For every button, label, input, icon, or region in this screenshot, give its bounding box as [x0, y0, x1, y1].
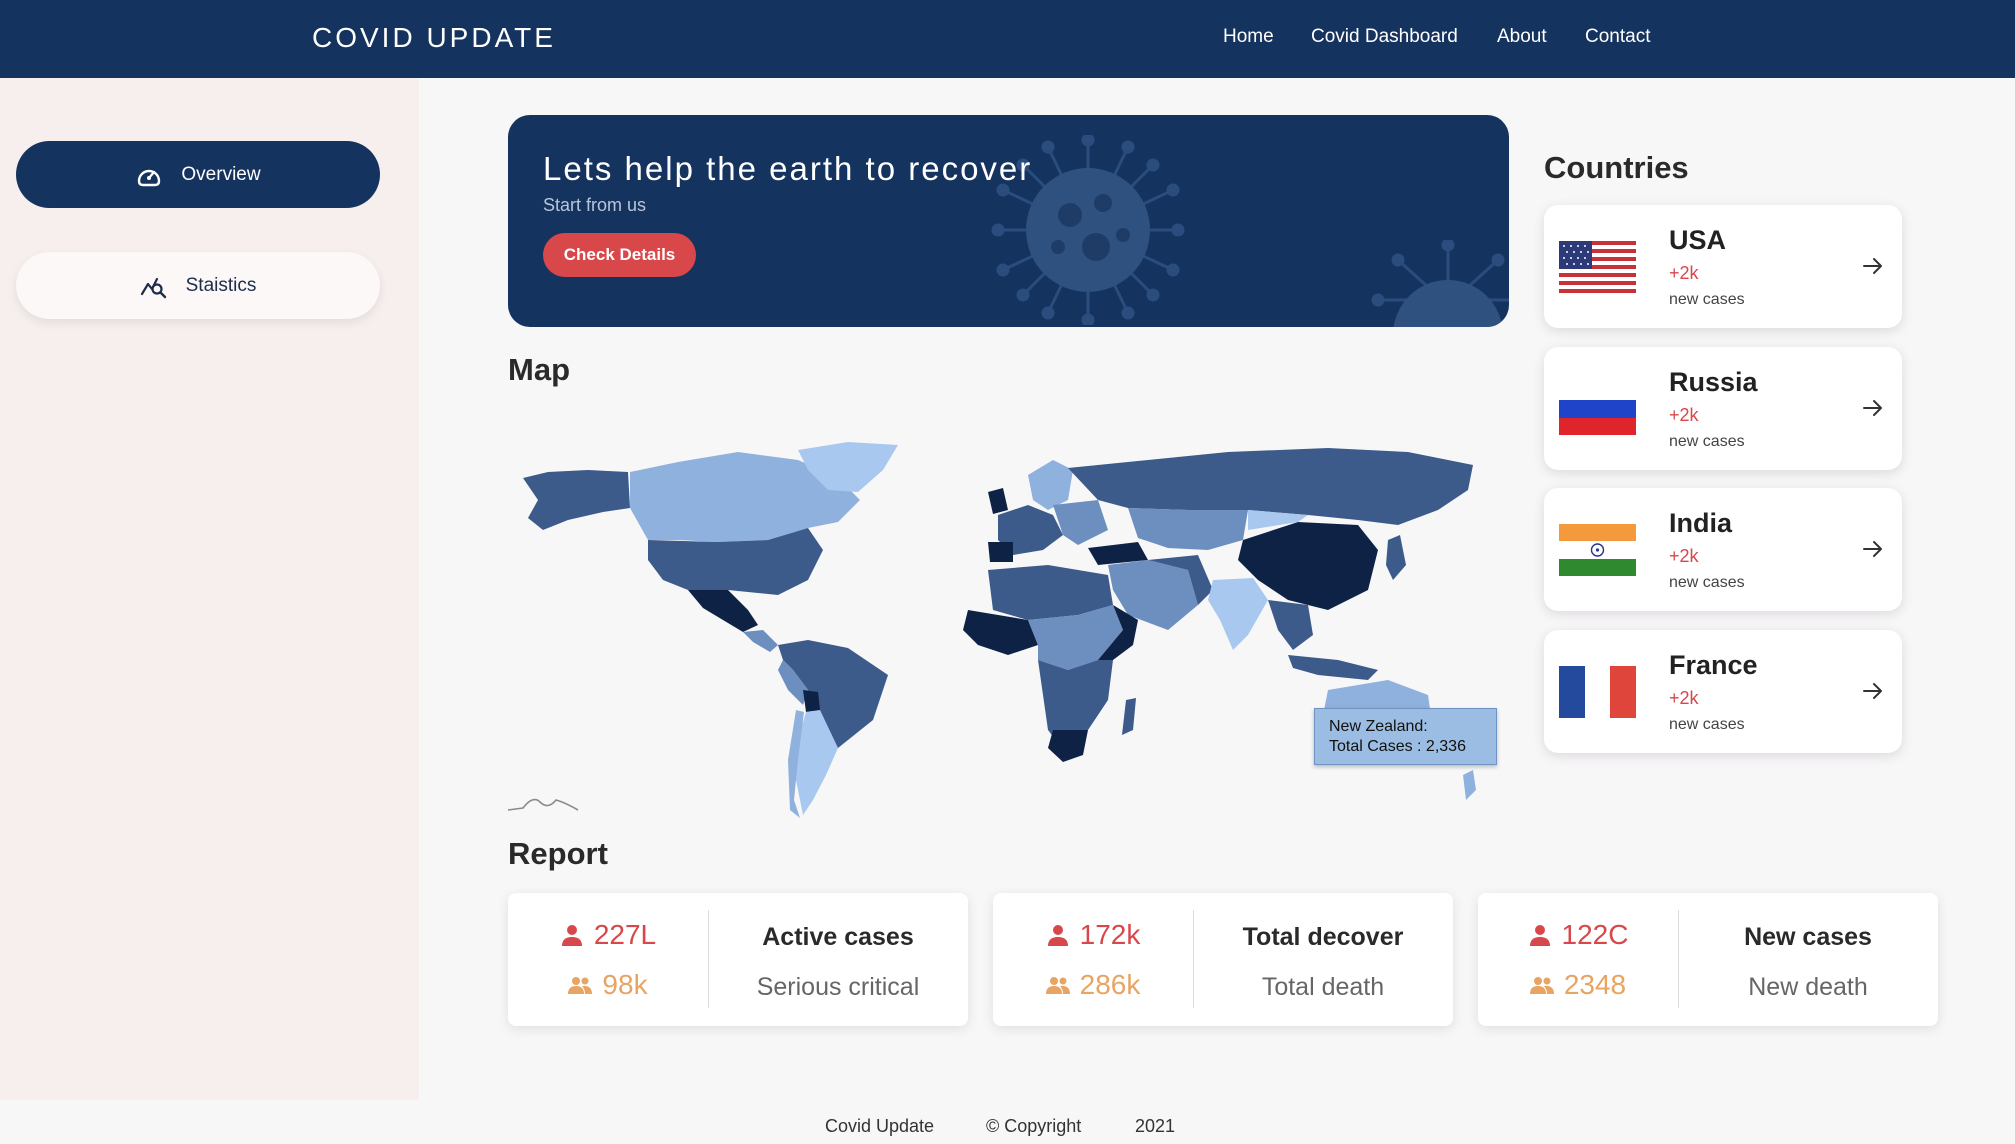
- map-region-scandinavia: [1028, 460, 1073, 510]
- map-region-se-asia: [1268, 600, 1313, 650]
- report-value-2: 98k: [602, 969, 648, 1000]
- map-region-alaska: [523, 470, 630, 530]
- people-icon: [1045, 977, 1070, 994]
- report-value-secondary: 98k: [508, 969, 708, 1001]
- country-card-india[interactable]: India +2k new cases: [1544, 488, 1902, 611]
- banner-title: Lets help the earth to recover: [543, 150, 1033, 187]
- india-flag: [1559, 524, 1636, 576]
- map-region-madagascar: [1122, 698, 1136, 735]
- banner-subtitle: Start from us: [543, 195, 647, 215]
- country-note: new cases: [1669, 574, 1745, 591]
- report-label-secondary: New death: [1748, 973, 1868, 1001]
- report-label-primary: Total decover: [1242, 923, 1404, 951]
- map-region-mexico: [688, 590, 758, 632]
- france-flag: [1559, 666, 1636, 718]
- arrow-right-icon[interactable]: [1862, 538, 1884, 560]
- report-label-primary: Active cases: [762, 923, 914, 951]
- virus-illustration-small: [1371, 240, 1509, 327]
- report-label-primary: New cases: [1744, 923, 1872, 951]
- people-icon: [568, 977, 593, 994]
- nav-home[interactable]: Home: [1223, 26, 1274, 48]
- map-heading: Map: [508, 352, 570, 387]
- report-value-primary: 172k: [993, 919, 1193, 951]
- arrow-right-icon[interactable]: [1862, 397, 1884, 419]
- map-tooltip-country: New Zealand:: [1329, 718, 1428, 735]
- sidebar-item-statistics[interactable]: Staistics: [16, 252, 380, 319]
- map-tooltip: New Zealand: Total Cases : 2,336: [1314, 708, 1497, 765]
- footer: Covid Update © Copyright 2021: [0, 1100, 2015, 1144]
- country-note: new cases: [1669, 291, 1745, 308]
- nav-about[interactable]: About: [1497, 26, 1547, 48]
- report-label-secondary: Serious critical: [756, 973, 920, 1001]
- report-card: 122C 2348 New cases New death: [1478, 893, 1938, 1026]
- country-note: new cases: [1669, 716, 1745, 733]
- report-value-2: 2348: [1563, 969, 1627, 1000]
- country-delta: +2k: [1669, 546, 1699, 566]
- top-navbar: COVID UPDATE Home Covid Dashboard About …: [0, 0, 2015, 78]
- chart-search-icon: [140, 277, 166, 298]
- speedometer-icon: [138, 169, 161, 186]
- check-details-button[interactable]: Check Details: [543, 233, 696, 277]
- country-name: India: [1669, 508, 1733, 538]
- report-value-2: 286k: [1079, 969, 1141, 1000]
- report-value-primary: 227L: [508, 919, 708, 951]
- country-name: USA: [1669, 225, 1727, 255]
- map-region-indonesia: [1288, 655, 1378, 680]
- report-card: 172k 286k Total decover Total death: [993, 893, 1453, 1026]
- report-value-1: 172k: [1079, 919, 1141, 950]
- country-name: France: [1669, 650, 1758, 680]
- country-delta: +2k: [1669, 688, 1699, 708]
- sidebar-item-label: Staistics: [185, 274, 257, 296]
- map-region-eastern-europe: [1053, 500, 1108, 545]
- map-region-japan: [1386, 535, 1406, 580]
- map-tooltip-cases: Total Cases : 2,336: [1329, 738, 1466, 755]
- footer-copyright: © Copyright: [986, 1116, 1082, 1136]
- people-icon: [1529, 977, 1554, 994]
- map-region-central-america: [743, 630, 778, 652]
- country-note: new cases: [1669, 433, 1745, 450]
- hero-banner: Lets help the earth to recover Start fro…: [508, 115, 1509, 327]
- map-region-india: [1208, 578, 1268, 650]
- report-value-1: 227L: [593, 919, 657, 950]
- map-region-spain: [988, 542, 1013, 562]
- footer-year: 2021: [1135, 1116, 1176, 1136]
- arrow-right-icon[interactable]: [1862, 255, 1884, 277]
- map-region-bolivia: [803, 690, 820, 712]
- report-heading: Report: [508, 836, 608, 871]
- nav-covid-dashboard[interactable]: Covid Dashboard: [1311, 26, 1458, 48]
- report-card: 227L 98k Active cases Serious critical: [508, 893, 968, 1026]
- person-icon: [1529, 925, 1550, 946]
- usa-flag: [1559, 241, 1636, 293]
- report-label-secondary: Total death: [1261, 973, 1385, 1001]
- country-card-russia[interactable]: Russia +2k new cases: [1544, 347, 1902, 470]
- arrow-right-icon[interactable]: [1862, 680, 1884, 702]
- map-region-uk: [988, 488, 1008, 514]
- person-icon: [1047, 925, 1068, 946]
- sidebar-item-overview[interactable]: Overview: [16, 141, 380, 208]
- person-icon: [561, 925, 582, 946]
- country-delta: +2k: [1669, 405, 1699, 425]
- country-name: Russia: [1669, 367, 1758, 397]
- sidebar: Overview Staistics: [0, 78, 419, 1100]
- russia-flag: [1559, 383, 1636, 435]
- countries-heading: Countries: [1544, 150, 1689, 185]
- sidebar-item-label: Overview: [181, 163, 261, 185]
- country-card-usa[interactable]: USA +2k new cases: [1544, 205, 1902, 328]
- map-region-central-asia: [1128, 508, 1248, 550]
- report-value-1: 122C: [1561, 919, 1629, 950]
- report-value-primary: 122C: [1478, 919, 1678, 951]
- report-value-secondary: 286k: [993, 969, 1193, 1001]
- brand-logo-text[interactable]: COVID UPDATE: [312, 22, 556, 54]
- report-value-secondary: 2348: [1478, 969, 1678, 1001]
- map-logo: [507, 798, 579, 811]
- map-region-new-zealand: [1463, 770, 1476, 800]
- nav-contact[interactable]: Contact: [1585, 26, 1650, 48]
- country-card-france[interactable]: France +2k new cases: [1544, 630, 1902, 753]
- footer-name: Covid Update: [825, 1116, 935, 1136]
- country-delta: +2k: [1669, 263, 1699, 283]
- map-region-south-africa: [1048, 730, 1088, 762]
